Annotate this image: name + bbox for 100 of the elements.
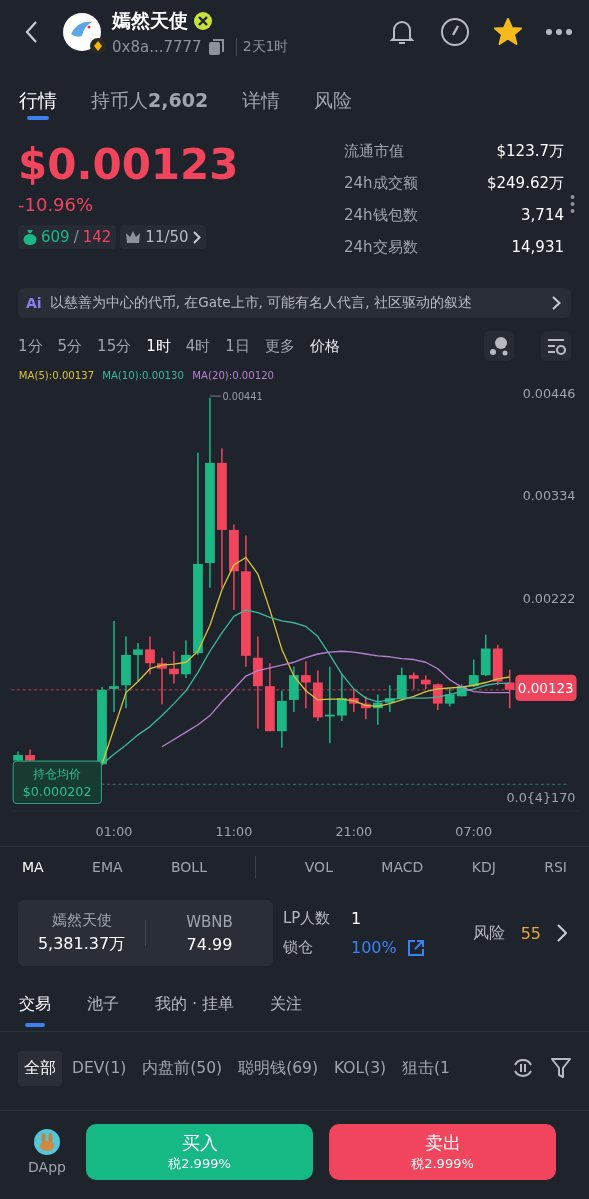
tab[interactable]: 行情 [19, 64, 57, 122]
risk-score: 55 [520, 923, 541, 943]
stat-value: $249.62万 [486, 173, 564, 194]
high-marker [210, 395, 222, 397]
candle [265, 662, 275, 732]
indicator-tab[interactable]: MA [22, 859, 44, 875]
time-axis-label: 01:00 [95, 824, 133, 840]
more-icon[interactable] [545, 28, 573, 36]
indicator-tab[interactable]: EMA [92, 859, 123, 875]
contract-address: 0x8a...7777 [112, 38, 202, 56]
filter-chip[interactable]: KOL(3) [327, 1052, 393, 1084]
candle [372, 693, 383, 726]
sell-button[interactable]: 卖出 税2.999% [329, 1124, 556, 1180]
candle [360, 695, 371, 720]
price-axis-label: 0.00222 [522, 591, 576, 607]
high-price-label: 0.00441 [222, 390, 263, 402]
candle [277, 690, 287, 749]
lock-label: 锁仓 [283, 938, 314, 957]
sub-tab[interactable]: 我的 · 挂单 [155, 977, 235, 1031]
pool-token: 嫣然天使 [51, 911, 112, 930]
chart-settings-icon[interactable] [541, 331, 571, 361]
chevron-right-icon [552, 296, 561, 310]
avg-cost-value: $0.000202 [22, 784, 92, 800]
filter-chip[interactable]: 内盘前(50) [136, 1050, 229, 1086]
verified-badge-icon [194, 12, 212, 30]
filter-chip[interactable]: 狙击(1 [396, 1050, 456, 1086]
lp-label: LP人数 [283, 909, 332, 928]
indicator-tab[interactable]: VOL [304, 859, 333, 875]
pool-amount: 74.99 [186, 934, 233, 954]
tab[interactable]: 风险 [314, 64, 353, 122]
candle [133, 642, 143, 683]
interval-tab[interactable]: 更多 [264, 336, 295, 356]
ma-legend: MA(5):0.00137 [18, 369, 95, 381]
price-mode-dropdown[interactable]: 价格 [309, 336, 340, 356]
bubbles-icon[interactable] [484, 331, 514, 361]
ai-summary-text: 以慈善为中心的代币, 在Gate上市, 可能有名人代言, 社区驱动的叙述 [49, 294, 473, 312]
price: $0.00123 [18, 140, 240, 190]
filter-chip[interactable]: DEV(1) [66, 1052, 133, 1084]
filter-icon[interactable] [551, 1057, 571, 1079]
stat-label: 24h成交额 [344, 173, 418, 194]
indicator-tab[interactable]: KDJ [471, 859, 496, 875]
price-change: -10.96% [18, 194, 95, 215]
stat-label: 24h钱包数 [344, 205, 418, 226]
last-price-tag: 0.00123 [515, 674, 577, 701]
interval-tab[interactable]: 1分 [18, 336, 43, 356]
candle [157, 656, 167, 706]
interval-tab[interactable]: 1日 [225, 336, 250, 356]
sub-tab[interactable]: 池子 [87, 977, 119, 1031]
candle [492, 644, 503, 686]
buy-sell-chip[interactable]: 609 / 142 [18, 225, 117, 249]
ma-legend: MA(10):0.00130 [102, 369, 184, 381]
candle [301, 660, 311, 709]
price-axis-label: 0.0{4}170 [506, 790, 576, 806]
risk-link[interactable]: 风险 55 [472, 922, 567, 944]
interval-tab[interactable]: 1时 [146, 336, 171, 356]
token-name: 嫣然天使 [112, 8, 188, 33]
interval-tab[interactable]: 15分 [97, 336, 132, 356]
star-icon[interactable] [493, 17, 523, 47]
time-axis-label: 21:00 [335, 824, 373, 840]
ai-summary-bar[interactable]: Ai 以慈善为中心的代币, 在Gate上市, 可能有名人代言, 社区驱动的叙述 [18, 288, 571, 318]
filter-chip[interactable]: 全部 [18, 1050, 62, 1086]
gauge-icon[interactable] [439, 16, 471, 48]
bunny-icon [34, 1129, 60, 1155]
avg-cost-label: 持仓均价 [33, 766, 82, 781]
chevron-right-icon [557, 924, 567, 942]
ai-tag: Ai [26, 295, 42, 311]
stat-value: $123.7万 [496, 141, 564, 162]
sub-tab[interactable]: 交易 [19, 977, 51, 1031]
sub-tab[interactable]: 关注 [270, 977, 303, 1031]
chain-badge-icon [90, 38, 106, 54]
back-icon[interactable] [24, 20, 38, 44]
candle [181, 639, 191, 679]
money-bag-icon [23, 229, 37, 245]
dapp-button[interactable]: DApp [24, 1129, 70, 1175]
top-holders-chip[interactable]: 11/50 [120, 225, 206, 249]
interval-tab[interactable]: 4时 [185, 336, 211, 356]
candle [504, 668, 515, 709]
external-link-icon[interactable] [406, 938, 425, 957]
separator: / [73, 228, 79, 246]
more-vertical-icon[interactable] [570, 194, 575, 214]
pause-refresh-icon[interactable] [511, 1056, 535, 1080]
candle [169, 650, 179, 685]
indicator-tab[interactable]: RSI [544, 859, 567, 875]
token-age: 2天1时 [235, 38, 289, 56]
copy-icon[interactable] [207, 38, 226, 56]
tab[interactable]: 持币人2,602 [91, 64, 209, 122]
top-holders: 11/50 [145, 228, 189, 246]
tab[interactable]: 详情 [242, 64, 281, 122]
ma-legend: MA(20):0.00120 [192, 369, 275, 381]
sell-count: 142 [82, 228, 112, 246]
lp-count: 1 [351, 909, 362, 928]
indicator-tab[interactable]: MACD [381, 859, 424, 875]
chevron-right-icon [192, 230, 201, 244]
indicator-tab[interactable]: BOLL [171, 859, 207, 875]
stat-value: 14,931 [511, 237, 564, 258]
crown-icon [125, 230, 142, 244]
interval-tab[interactable]: 5分 [57, 336, 83, 356]
candle [145, 635, 155, 675]
filter-chip[interactable]: 聪明钱(69) [232, 1050, 324, 1086]
time-axis-label: 07:00 [455, 824, 493, 840]
